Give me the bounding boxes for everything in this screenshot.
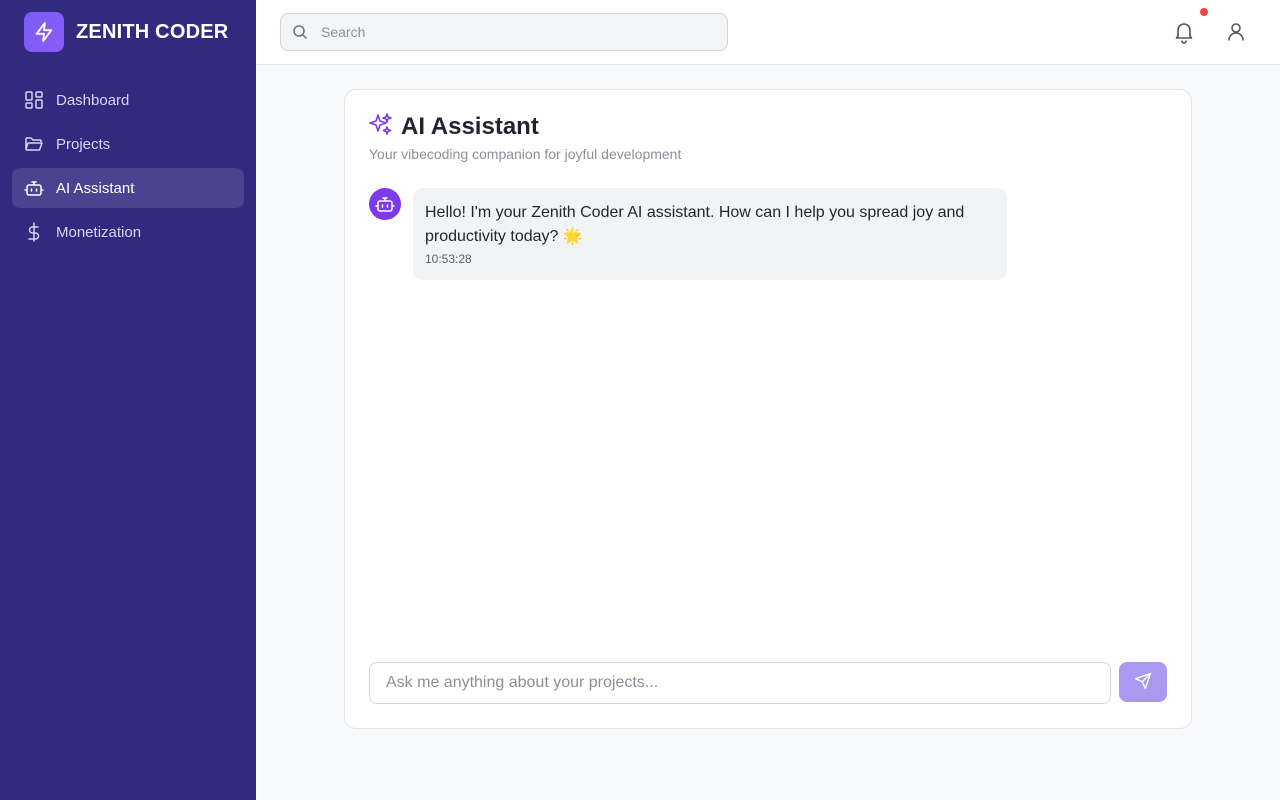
search-box: [280, 13, 728, 51]
robot-icon: [24, 178, 44, 198]
bell-icon[interactable]: [1172, 20, 1196, 44]
send-button[interactable]: [1119, 662, 1167, 702]
robot-avatar-icon: [369, 188, 401, 220]
page-title: AI Assistant: [401, 112, 539, 140]
brand-name: ZENITH CODER: [76, 20, 229, 43]
sidebar-nav: Dashboard Projects AI Assistant Monetiza…: [12, 80, 244, 256]
panel-header: AI Assistant: [369, 112, 539, 141]
sidebar-item-monetization[interactable]: Monetization: [12, 212, 244, 252]
sidebar-item-label: Monetization: [56, 223, 142, 241]
chat-composer: [369, 662, 1111, 704]
bolt-icon: [24, 12, 64, 52]
sparkles-icon: [369, 112, 393, 141]
chat-input[interactable]: [370, 663, 1110, 703]
sidebar-item-dashboard[interactable]: Dashboard: [12, 80, 244, 120]
search-icon: [292, 24, 308, 45]
sidebar-item-label: Projects: [56, 135, 111, 153]
chat-message: Hello! I'm your Zenith Coder AI assistan…: [369, 188, 1007, 280]
sidebar-item-projects[interactable]: Projects: [12, 124, 244, 164]
send-icon: [1134, 672, 1152, 693]
topbar: [256, 0, 1280, 65]
brand[interactable]: ZENITH CODER: [24, 12, 228, 52]
message-timestamp: 10:53:28: [425, 252, 472, 266]
page-subtitle: Your vibecoding companion for joyful dev…: [369, 146, 682, 162]
sidebar: ZENITH CODER Dashboard Projects AI Assis…: [0, 0, 256, 800]
assistant-panel: AI Assistant Your vibecoding companion f…: [344, 89, 1192, 729]
search-input[interactable]: [281, 14, 727, 50]
notification-dot: [1200, 8, 1208, 16]
message-bubble: Hello! I'm your Zenith Coder AI assistan…: [413, 188, 1007, 280]
sidebar-item-label: Dashboard: [56, 91, 130, 109]
folder-icon: [24, 134, 44, 154]
sidebar-item-label: AI Assistant: [56, 179, 135, 197]
user-icon[interactable]: [1224, 20, 1248, 44]
dollar-icon: [24, 222, 44, 242]
sidebar-item-ai-assistant[interactable]: AI Assistant: [12, 168, 244, 208]
grid-icon: [24, 90, 44, 110]
message-text: Hello! I'm your Zenith Coder AI assistan…: [425, 204, 965, 245]
